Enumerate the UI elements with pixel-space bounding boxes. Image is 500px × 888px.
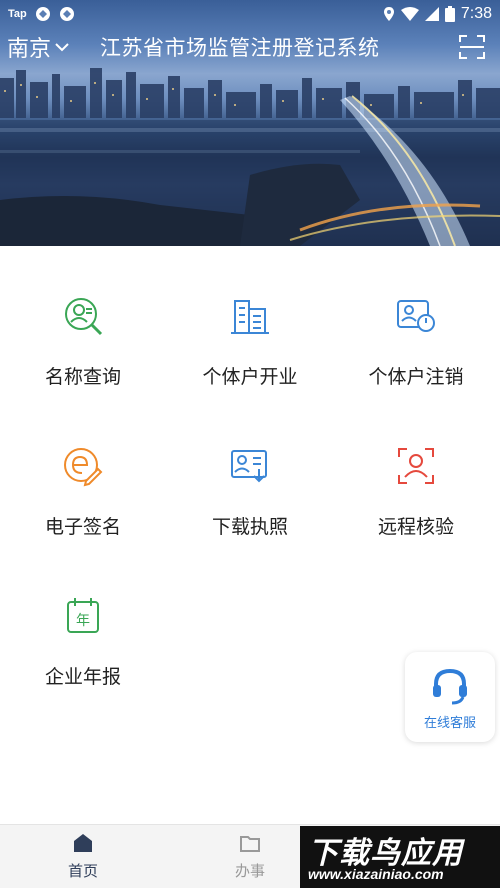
- watermark-url: www.xiazainiao.com: [308, 866, 444, 882]
- headset-icon: [433, 668, 467, 705]
- app-screen: Tap 7:38 南京 江苏省市场监管注册登记系统 名称查询 个体户开业 个体户…: [0, 0, 500, 888]
- watermark: 下载鸟应用 www.xiazainiao.com: [300, 826, 500, 888]
- function-label: 个体户注销: [368, 366, 464, 388]
- person-power-icon: [397, 300, 435, 332]
- location-icon: [383, 6, 394, 21]
- customer-service-button[interactable]: 在线客服: [405, 652, 495, 742]
- tab-home[interactable]: 首页: [0, 825, 166, 888]
- hero-banner: Tap 7:38 南京 江苏省市场监管注册登记系统: [0, 0, 500, 246]
- function-remote-verify[interactable]: 远程核验: [333, 445, 499, 575]
- signal-icon: [424, 6, 439, 21]
- download-license-icon: [231, 450, 267, 483]
- function-label: 下载执照: [211, 516, 288, 538]
- function-e-sign[interactable]: 电子签名: [0, 445, 166, 575]
- city-label: 南京: [7, 37, 52, 62]
- function-label: 远程核验: [377, 516, 454, 538]
- page-title: 江苏省市场监管注册登记系统: [100, 36, 380, 60]
- function-business-cancel[interactable]: 个体户注销: [333, 295, 499, 425]
- name-search-icon: [65, 298, 103, 336]
- scan-icon[interactable]: [459, 35, 485, 59]
- svg-text:年: 年: [76, 613, 90, 629]
- chevron-down-icon: [55, 43, 69, 52]
- notification-icon: [35, 6, 50, 21]
- wifi-icon: [400, 6, 419, 21]
- function-label: 个体户开业: [202, 366, 298, 388]
- building-icon: [231, 300, 269, 334]
- function-download-license[interactable]: 下载执照: [167, 445, 333, 575]
- status-bar: Tap 7:38: [0, 0, 500, 27]
- e-sign-icon: [64, 448, 103, 487]
- function-label: 电子签名: [44, 516, 121, 538]
- function-business-open[interactable]: 个体户开业: [167, 295, 333, 425]
- clock: 7:38: [460, 4, 492, 22]
- function-annual-report[interactable]: 年 企业年报: [0, 595, 166, 725]
- function-label: 企业年报: [44, 666, 121, 688]
- home-icon: [74, 834, 92, 852]
- customer-service-label: 在线客服: [423, 716, 476, 731]
- annual-report-icon: 年: [67, 598, 99, 633]
- notification-icon: [59, 6, 74, 21]
- function-name-search[interactable]: 名称查询: [0, 295, 166, 425]
- tab-label: 首页: [67, 862, 98, 880]
- title-bar: 南京 江苏省市场监管注册登记系统: [0, 27, 500, 67]
- battery-icon: [444, 5, 455, 22]
- tab-label: 办事: [234, 862, 265, 880]
- city-selector[interactable]: 南京: [7, 31, 69, 63]
- function-label: 名称查询: [44, 366, 121, 388]
- folder-icon: [240, 836, 260, 852]
- face-verify-icon: [398, 448, 434, 484]
- tap-label: Tap: [8, 7, 27, 20]
